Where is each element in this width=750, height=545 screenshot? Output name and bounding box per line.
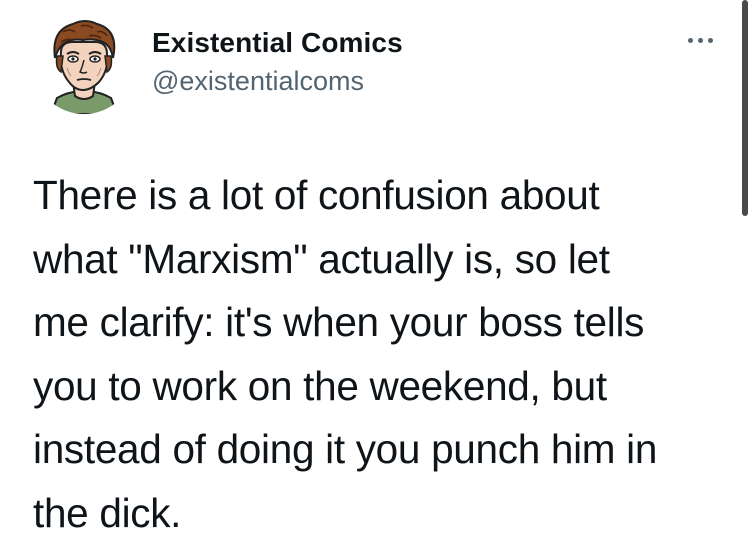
scrollbar[interactable] (742, 0, 748, 216)
tweet-text-line: what "Marxism" actually is, so let (33, 228, 723, 292)
more-dot (708, 38, 713, 43)
author-display-name[interactable]: Existential Comics (152, 27, 403, 59)
more-options-icon[interactable] (680, 28, 720, 52)
cartoon-portrait-icon (33, 12, 135, 114)
author-avatar[interactable] (33, 12, 135, 114)
more-dot (698, 38, 703, 43)
tweet-text-line: There is a lot of confusion about (33, 164, 723, 228)
tweet-card: Existential Comics @existentialcoms Ther… (0, 0, 750, 528)
tweet-text-line: instead of doing it you punch him in (33, 418, 723, 482)
tweet-text-line: you to work on the weekend, but (33, 355, 723, 419)
author-handle[interactable]: @existentialcoms (152, 66, 364, 97)
tweet-text-line: me clarify: it's when your boss tells (33, 291, 723, 355)
more-dot (688, 38, 693, 43)
tweet-text-line: the dick. (33, 482, 723, 545)
tweet-text: There is a lot of confusion about what "… (33, 164, 723, 545)
